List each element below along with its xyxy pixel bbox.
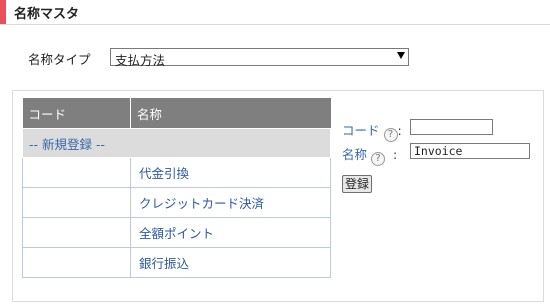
row-code-cell [22, 217, 131, 248]
row-name-link[interactable]: 代金引換 [130, 157, 331, 188]
name-type-label: 名称タイプ [28, 52, 91, 67]
name-list-table: コード 名称 -- 新規登録 -- 代金引換 クレジットカード決済 全額ポイント… [22, 97, 331, 278]
name-label-text: 名称 [342, 147, 368, 162]
column-header-code: コード [22, 97, 131, 129]
table-row[interactable]: 全額ポイント [22, 217, 331, 248]
table-header-row: コード 名称 [22, 97, 331, 129]
header-accent-bar [0, 0, 6, 24]
row-name-link[interactable]: 銀行振込 [130, 247, 331, 278]
row-name-link[interactable]: クレジットカード決済 [130, 187, 331, 218]
code-input[interactable] [410, 119, 493, 135]
row-code-cell [22, 187, 131, 218]
table-row[interactable]: 銀行振込 [22, 247, 331, 278]
table-row[interactable]: クレジットカード決済 [22, 187, 331, 218]
row-name-link[interactable]: 全額ポイント [130, 217, 331, 248]
page-header: 名称マスタ [0, 0, 550, 25]
name-input[interactable]: Invoice [410, 143, 530, 159]
name-type-select-value: 支払方法 [115, 53, 166, 68]
help-icon[interactable]: ? [383, 128, 398, 142]
help-icon[interactable]: ? [371, 152, 385, 166]
edit-form: コード ?: 名称 ? : Invoice 登録 [342, 118, 542, 198]
code-label-text: コード [342, 123, 380, 138]
chevron-down-icon [397, 52, 405, 59]
name-type-select[interactable]: 支払方法 [110, 48, 409, 68]
new-entry-row[interactable]: -- 新規登録 -- [22, 128, 331, 158]
page-title: 名称マスタ [14, 7, 80, 22]
row-code-cell [22, 247, 131, 278]
register-button[interactable]: 登録 [342, 175, 372, 193]
column-header-name: 名称 [130, 97, 331, 129]
row-code-cell [22, 157, 131, 188]
name-colon: : [392, 147, 398, 162]
table-row[interactable]: 代金引換 [22, 157, 331, 188]
code-colon: : [397, 123, 402, 138]
code-field-label: コード ?: [342, 120, 402, 142]
new-entry-link[interactable]: -- 新規登録 -- [22, 128, 331, 158]
name-field-label: 名称 ? : [342, 144, 397, 166]
